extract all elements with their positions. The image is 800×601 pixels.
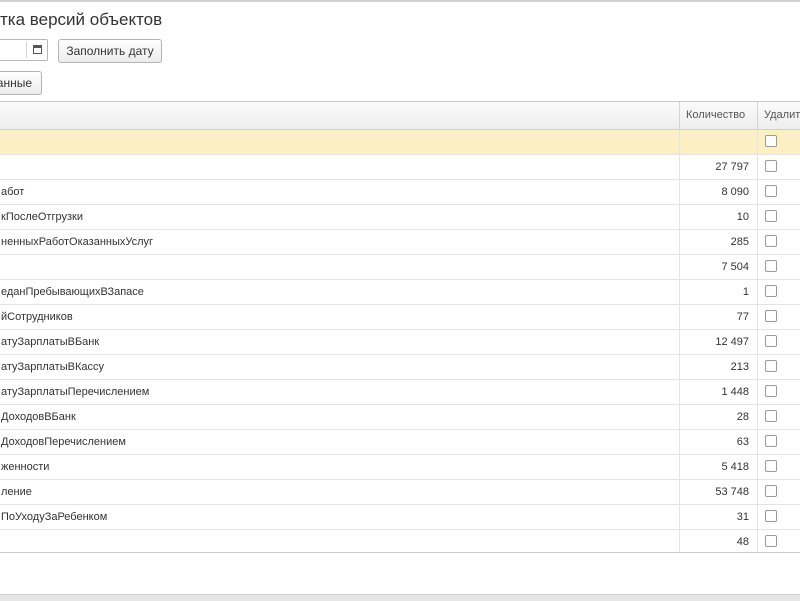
row-quantity-cell: 28 bbox=[679, 405, 749, 429]
row-name-cell bbox=[1, 255, 677, 279]
table-row[interactable]: 7 504 bbox=[0, 255, 800, 280]
delete-checkbox[interactable] bbox=[765, 435, 777, 447]
delete-checkbox[interactable] bbox=[765, 235, 777, 247]
row-name-cell: ПоУходуЗаРебенком bbox=[1, 511, 108, 523]
row-delete-cell bbox=[757, 130, 800, 154]
delete-checkbox[interactable] bbox=[765, 160, 777, 172]
table-row[interactable]: 48 bbox=[0, 530, 800, 552]
column-header-name[interactable] bbox=[0, 102, 679, 129]
row-name-cell: абот bbox=[1, 186, 25, 198]
delete-checkbox[interactable] bbox=[765, 460, 777, 472]
delete-checkbox[interactable] bbox=[765, 360, 777, 372]
delete-checkbox[interactable] bbox=[765, 335, 777, 347]
row-name-cell: кПослеОтгрузки bbox=[1, 211, 83, 223]
row-quantity-cell: 5 418 bbox=[679, 455, 749, 479]
delete-checkbox[interactable] bbox=[765, 535, 777, 547]
row-delete-cell bbox=[757, 455, 800, 479]
delete-checkbox[interactable] bbox=[765, 285, 777, 297]
fill-date-button[interactable]: Заполнить дату bbox=[58, 39, 162, 63]
row-quantity-cell: 1 bbox=[679, 280, 749, 304]
row-name-cell: женности bbox=[1, 461, 50, 473]
row-quantity-cell: 285 bbox=[679, 230, 749, 254]
table-row[interactable]: кПослеОтгрузки 10 bbox=[0, 205, 800, 230]
row-quantity-cell: 53 748 bbox=[679, 480, 749, 504]
delete-checkbox[interactable] bbox=[765, 210, 777, 222]
delete-checkbox[interactable] bbox=[765, 410, 777, 422]
row-quantity-cell: 12 497 bbox=[679, 330, 749, 354]
table-row[interactable]: 27 797 bbox=[0, 155, 800, 180]
row-name-cell: атуЗарплатыВКассу bbox=[1, 361, 104, 373]
row-name-cell: ление bbox=[1, 486, 32, 498]
table-row[interactable]: ненныхРаботОказанныхУслуг 285 bbox=[0, 230, 800, 255]
data-button[interactable]: анные bbox=[0, 71, 42, 95]
table-row[interactable]: абот 8 090 bbox=[0, 180, 800, 205]
row-delete-cell bbox=[757, 355, 800, 379]
row-name-cell bbox=[1, 130, 677, 154]
delete-checkbox[interactable] bbox=[765, 510, 777, 522]
table-row[interactable]: еданПребывающихВЗапасе 1 bbox=[0, 280, 800, 305]
delete-checkbox[interactable] bbox=[765, 485, 777, 497]
row-delete-cell bbox=[757, 205, 800, 229]
row-delete-cell bbox=[757, 155, 800, 179]
row-delete-cell bbox=[757, 330, 800, 354]
delete-checkbox[interactable] bbox=[765, 385, 777, 397]
column-header-delete[interactable]: Удалить bbox=[757, 102, 800, 129]
table-row[interactable]: атуЗарплатыВКассу 213 bbox=[0, 355, 800, 380]
row-delete-cell bbox=[757, 530, 800, 552]
row-name-cell: йСотрудников bbox=[1, 311, 73, 323]
table-row[interactable]: ДоходовВБанк 28 bbox=[0, 405, 800, 430]
row-name-cell: ДоходовПеречислением bbox=[1, 436, 126, 448]
row-quantity-cell: 8 090 bbox=[679, 180, 749, 204]
row-name-cell: ДоходовВБанк bbox=[1, 411, 76, 423]
table-header: Количество Удалить bbox=[0, 102, 800, 130]
row-delete-cell bbox=[757, 280, 800, 304]
date-field[interactable] bbox=[0, 39, 48, 61]
row-delete-cell bbox=[757, 230, 800, 254]
row-quantity-cell: 10 bbox=[679, 205, 749, 229]
row-delete-cell bbox=[757, 305, 800, 329]
row-quantity-cell: 27 797 bbox=[679, 155, 749, 179]
row-name-cell: атуЗарплатыВБанк bbox=[1, 336, 100, 348]
page-title: тка версий объектов bbox=[0, 10, 163, 29]
row-name-cell: ненныхРаботОказанныхУслуг bbox=[1, 236, 154, 248]
table-row[interactable]: ДоходовПеречислением 63 bbox=[0, 430, 800, 455]
row-name-cell bbox=[1, 530, 677, 552]
row-name-cell bbox=[1, 155, 677, 179]
window-top-border bbox=[0, 0, 800, 2]
objects-table[interactable]: Количество Удалить 27 797абот8 090кПосле… bbox=[0, 101, 800, 553]
table-row[interactable] bbox=[0, 130, 800, 155]
delete-checkbox[interactable] bbox=[765, 135, 777, 147]
delete-checkbox[interactable] bbox=[765, 260, 777, 272]
delete-checkbox[interactable] bbox=[765, 310, 777, 322]
delete-checkbox[interactable] bbox=[765, 185, 777, 197]
table-row[interactable]: ление 53 748 bbox=[0, 480, 800, 505]
table-row[interactable]: атуЗарплатыВБанк 12 497 bbox=[0, 330, 800, 355]
row-quantity-cell: 213 bbox=[679, 355, 749, 379]
row-quantity-cell: 63 bbox=[679, 430, 749, 454]
row-delete-cell bbox=[757, 480, 800, 504]
row-delete-cell bbox=[757, 405, 800, 429]
calendar-icon[interactable] bbox=[33, 45, 42, 54]
table-row[interactable]: атуЗарплатыПеречислением 1 448 bbox=[0, 380, 800, 405]
table-row[interactable]: йСотрудников 77 bbox=[0, 305, 800, 330]
row-quantity-cell: 48 bbox=[679, 530, 749, 552]
row-name-cell: еданПребывающихВЗапасе bbox=[1, 286, 144, 298]
table-row[interactable]: ПоУходуЗаРебенком 31 bbox=[0, 505, 800, 530]
row-delete-cell bbox=[757, 255, 800, 279]
row-delete-cell bbox=[757, 430, 800, 454]
date-field-divider bbox=[26, 42, 27, 58]
row-delete-cell bbox=[757, 180, 800, 204]
row-delete-cell bbox=[757, 505, 800, 529]
row-quantity-cell: 77 bbox=[679, 305, 749, 329]
row-quantity-cell bbox=[679, 130, 749, 154]
column-header-quantity[interactable]: Количество bbox=[679, 102, 757, 129]
row-name-cell: атуЗарплатыПеречислением bbox=[1, 386, 150, 398]
row-delete-cell bbox=[757, 380, 800, 404]
row-quantity-cell: 1 448 bbox=[679, 380, 749, 404]
table-row[interactable]: женности 5 418 bbox=[0, 455, 800, 480]
row-quantity-cell: 31 bbox=[679, 505, 749, 529]
row-quantity-cell: 7 504 bbox=[679, 255, 749, 279]
